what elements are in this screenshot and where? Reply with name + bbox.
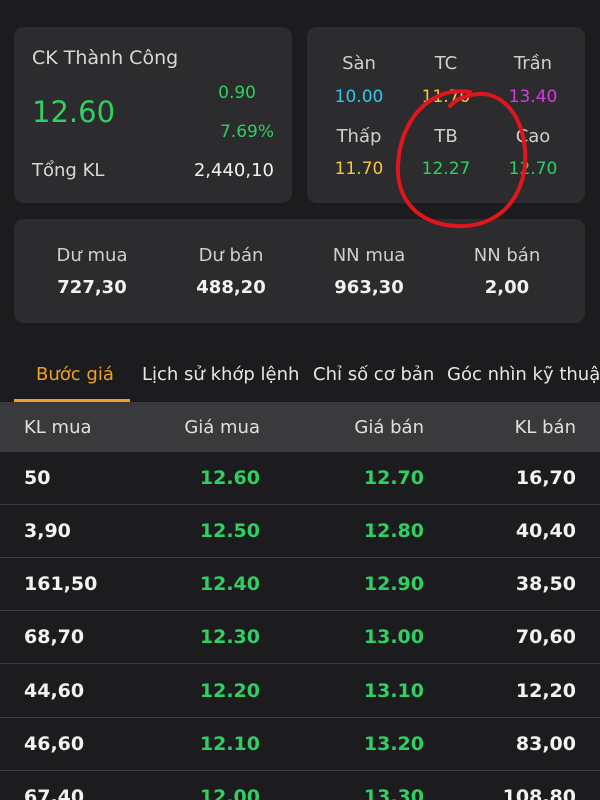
table-row: 44,60 12.20 13.10 12,20 — [0, 665, 600, 718]
buy-volume-cell: 3,90 — [24, 520, 71, 542]
buy-price-cell: 12.50 — [199, 520, 260, 542]
buy-price-cell: 12.40 — [199, 573, 260, 595]
order-stats-card: Dư mua 727,30 Dư bán 488,20 NN mua 963,3… — [14, 219, 585, 323]
floor-value: 10.00 — [334, 87, 384, 107]
order-book-header: KL mua Giá mua Giá bán KL bán — [0, 402, 600, 452]
total-volume-label: Tổng KL — [32, 160, 105, 181]
foreign-sell-value: 2,00 — [484, 277, 530, 298]
table-row: 68,70 12.30 13.00 70,60 — [0, 611, 600, 664]
sell-volume-cell: 12,20 — [515, 680, 576, 702]
sell-price-cell: 12.90 — [363, 573, 424, 595]
sell-price-cell: 13.20 — [363, 733, 424, 755]
buy-volume-cell: 50 — [24, 467, 51, 489]
average-label: TB — [434, 126, 458, 147]
high-value: 12.70 — [508, 159, 558, 179]
stock-price: 12.60 — [32, 95, 116, 129]
buy-volume-cell: 44,60 — [24, 680, 85, 702]
stock-name: CK Thành Công — [32, 47, 179, 69]
header-sell-volume: KL bán — [514, 417, 576, 438]
tab-fundamentals[interactable]: Chỉ số cơ bản — [313, 364, 434, 385]
ceiling-label: Trần — [513, 53, 553, 74]
sell-surplus-label: Dư bán — [198, 245, 264, 266]
tab-technical-view[interactable]: Góc nhìn kỹ thuậ — [447, 364, 600, 385]
sell-price-cell: 13.00 — [363, 626, 424, 648]
foreign-buy-value: 963,30 — [334, 277, 404, 298]
buy-price-cell: 12.60 — [199, 467, 260, 489]
tab-price-steps[interactable]: Bước giá — [36, 364, 114, 385]
sell-price-cell: 12.80 — [363, 520, 424, 542]
price-levels-card: Sàn TC Trần 10.00 11.70 13.40 Thấp TB Ca… — [307, 27, 585, 203]
low-value: 11.70 — [334, 159, 384, 179]
sell-volume-cell: 83,00 — [515, 733, 576, 755]
foreign-buy-label: NN mua — [332, 245, 406, 266]
sell-volume-cell: 16,70 — [515, 467, 576, 489]
high-label: Cao — [515, 126, 551, 147]
buy-volume-cell: 161,50 — [24, 573, 98, 595]
buy-surplus-label: Dư mua — [56, 245, 128, 266]
sell-surplus-value: 488,20 — [196, 277, 266, 298]
ceiling-value: 13.40 — [508, 87, 558, 107]
sell-volume-cell: 40,40 — [515, 520, 576, 542]
average-value: 12.27 — [421, 159, 471, 179]
foreign-sell-label: NN bán — [473, 245, 541, 266]
buy-price-cell: 12.00 — [199, 786, 260, 800]
table-row: 67,40 12.00 13.30 108,80 — [0, 771, 600, 800]
stock-summary-card: CK Thành Công 12.60 0.90 7.69% Tổng KL 2… — [14, 27, 292, 203]
detail-tabs: Bước giá Lịch sử khớp lệnh Chỉ số cơ bản… — [0, 352, 600, 402]
sell-volume-cell: 38,50 — [515, 573, 576, 595]
header-sell-price: Giá bán — [354, 417, 424, 438]
buy-volume-cell: 68,70 — [24, 626, 85, 648]
sell-volume-cell: 108,80 — [502, 786, 576, 800]
total-volume-value: 2,440,10 — [193, 160, 274, 181]
header-buy-volume: KL mua — [24, 417, 92, 438]
tab-match-history[interactable]: Lịch sử khớp lệnh — [142, 364, 299, 385]
buy-price-cell: 12.20 — [199, 680, 260, 702]
sell-volume-cell: 70,60 — [515, 626, 576, 648]
sell-price-cell: 12.70 — [363, 467, 424, 489]
table-row: 161,50 12.40 12.90 38,50 — [0, 558, 600, 611]
reference-value: 11.70 — [421, 87, 471, 107]
buy-price-cell: 12.10 — [199, 733, 260, 755]
floor-label: Sàn — [342, 53, 376, 74]
stock-change: 0.90 — [218, 83, 256, 103]
stock-change-percent: 7.69% — [219, 122, 274, 142]
buy-volume-cell: 67,40 — [24, 786, 85, 800]
table-row: 46,60 12.10 13.20 83,00 — [0, 718, 600, 771]
table-row: 50 12.60 12.70 16,70 — [0, 452, 600, 505]
buy-surplus-value: 727,30 — [57, 277, 127, 298]
low-label: Thấp — [336, 126, 382, 147]
table-row: 3,90 12.50 12.80 40,40 — [0, 505, 600, 558]
reference-label: TC — [434, 53, 458, 74]
buy-price-cell: 12.30 — [199, 626, 260, 648]
sell-price-cell: 13.30 — [363, 786, 424, 800]
header-buy-price: Giá mua — [184, 417, 260, 438]
buy-volume-cell: 46,60 — [24, 733, 85, 755]
sell-price-cell: 13.10 — [363, 680, 424, 702]
